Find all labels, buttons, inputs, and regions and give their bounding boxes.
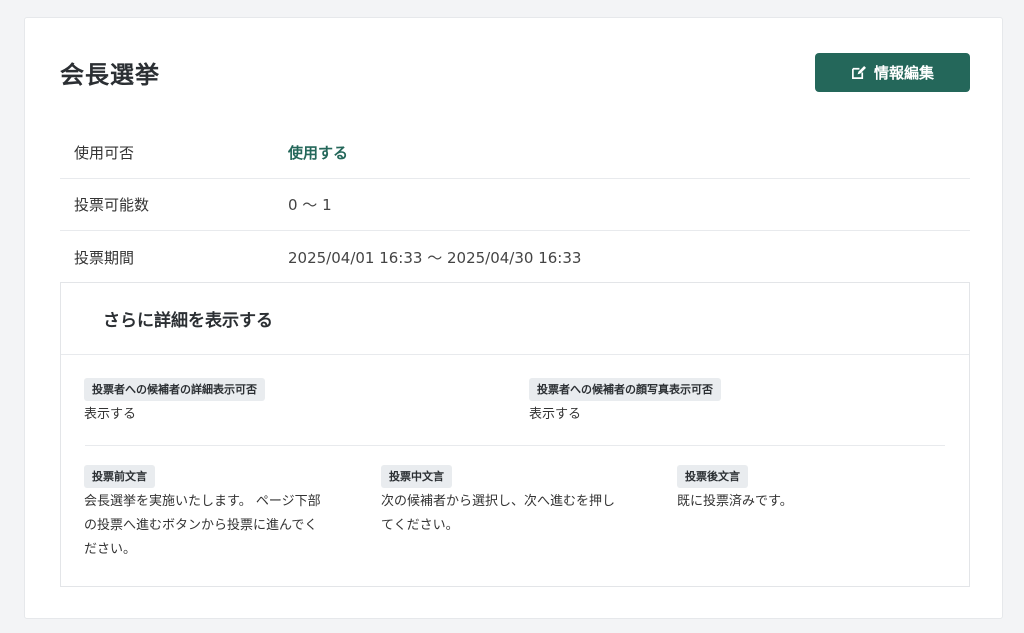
details-panel: さらに詳細を表示する 投票者への候補者の詳細表示可否 表示する 投票者への候補者…: [60, 282, 970, 587]
info-table: 使用可否 使用する 投票可能数 0 〜 1 投票期間 2025/04/01 16…: [60, 127, 970, 283]
info-value: 2025/04/01 16:33 〜 2025/04/30 16:33: [288, 248, 582, 267]
divider: [85, 445, 945, 446]
info-value: 使用する: [288, 144, 349, 162]
page-title: 会長選挙: [60, 61, 160, 89]
field-value: 既に投票済みです。: [677, 490, 947, 514]
edit-icon: [851, 65, 866, 80]
election-card: 会長選挙 情報編集 使用可否 使用する 投票可能数 0 〜 1 投票期間 202…: [24, 17, 1003, 619]
pre-vote-message-field: 投票前文言 会長選挙を実施いたします。 ページ下部 の投票へ進むボタンから投票に…: [84, 465, 354, 562]
info-row-vote-period: 投票期間 2025/04/01 16:33 〜 2025/04/30 16:33: [60, 231, 970, 283]
info-label: 投票期間: [74, 248, 135, 267]
candidate-photo-field: 投票者への候補者の顔写真表示可否 表示する: [529, 378, 721, 427]
show-more-details-toggle[interactable]: さらに詳細を表示する: [61, 283, 969, 355]
field-value: 会長選挙を実施いたします。 ページ下部 の投票へ進むボタンから投票に進んでく だ…: [84, 490, 354, 562]
field-badge: 投票者への候補者の詳細表示可否: [84, 378, 265, 402]
text-line: 既に投票済みです。: [677, 494, 793, 510]
mid-vote-message-field: 投票中文言 次の候補者から選択し、次へ進むを押し てください。: [381, 465, 651, 538]
text-line: 会長選挙を実施いたします。 ページ下部: [84, 494, 321, 510]
info-value: 0 〜 1: [288, 196, 332, 214]
field-badge: 投票中文言: [381, 465, 452, 489]
text-line: 次の候補者から選択し、次へ進むを押し: [381, 494, 616, 510]
text-line: ださい。: [84, 542, 137, 558]
info-row-usage: 使用可否 使用する: [60, 127, 970, 179]
field-badge: 投票者への候補者の顔写真表示可否: [529, 378, 721, 402]
info-label: 投票可能数: [74, 196, 150, 214]
info-label: 使用可否: [74, 144, 135, 162]
field-badge: 投票後文言: [677, 465, 748, 489]
text-line: てください。: [381, 518, 459, 534]
candidate-detail-field: 投票者への候補者の詳細表示可否 表示する: [84, 378, 265, 427]
text-line: の投票へ進むボタンから投票に進んでく: [84, 518, 318, 534]
edit-info-button[interactable]: 情報編集: [815, 53, 970, 92]
field-value: 表示する: [529, 407, 582, 423]
field-value: 表示する: [84, 407, 137, 423]
field-badge: 投票前文言: [84, 465, 155, 489]
field-value: 次の候補者から選択し、次へ進むを押し てください。: [381, 490, 651, 538]
edit-button-label: 情報編集: [873, 64, 934, 82]
post-vote-message-field: 投票後文言 既に投票済みです。: [677, 465, 947, 514]
info-row-vote-count: 投票可能数 0 〜 1: [60, 179, 970, 231]
